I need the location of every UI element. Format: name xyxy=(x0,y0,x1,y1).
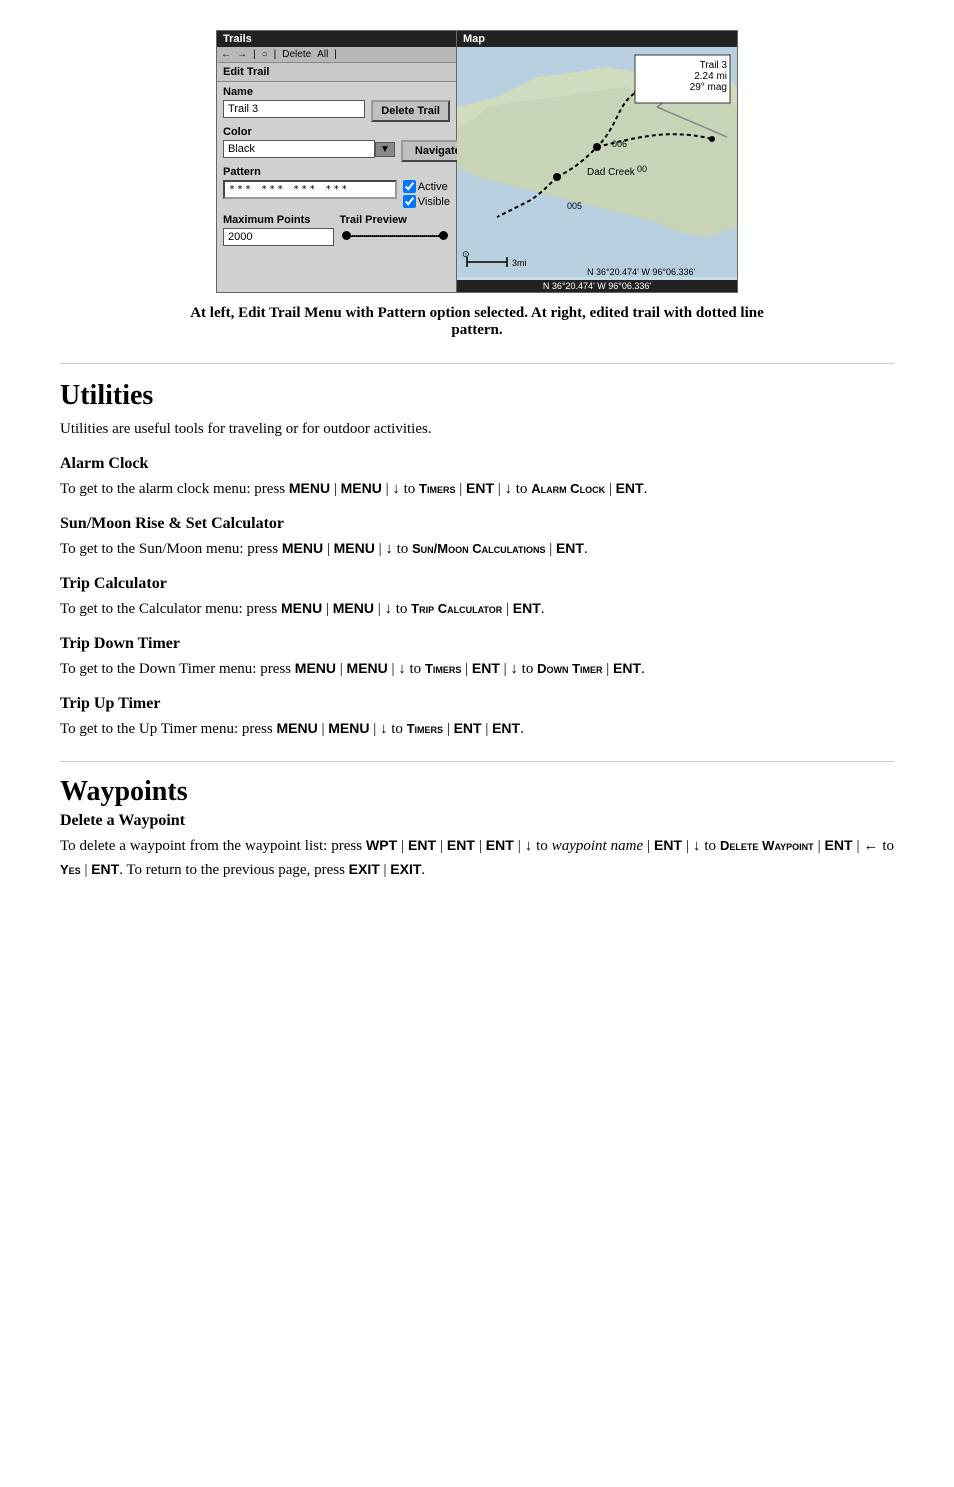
toolbar-row: ← → | ○ | Delete All | xyxy=(217,47,456,63)
ent-key-6: ENT xyxy=(613,660,641,676)
ent-key-10: ENT xyxy=(447,837,475,853)
trails-title-bar: Trails xyxy=(217,31,456,47)
waypoints-section-title: Waypoints xyxy=(60,776,894,808)
name-input[interactable] xyxy=(223,100,365,118)
alarm-clock-title: Alarm Clock xyxy=(60,455,894,473)
sunmoon-title: Sun/Moon Rise & Set Calculator xyxy=(60,515,894,533)
down-timer-key: Down Timer xyxy=(537,661,602,676)
svg-text:Dad Creek: Dad Creek xyxy=(587,167,636,178)
section-divider xyxy=(60,363,894,364)
ent-key-3: ENT xyxy=(556,540,584,556)
edit-trail-title: Edit Trail xyxy=(217,63,456,82)
utilities-section-title: Utilities xyxy=(60,380,894,412)
svg-text:Trail 3: Trail 3 xyxy=(700,60,728,71)
menu-key-9: MENU xyxy=(276,720,317,736)
trip-down-title: Trip Down Timer xyxy=(60,635,894,653)
svg-text:29° mag: 29° mag xyxy=(690,82,727,93)
visible-checkbox-label[interactable]: Visible xyxy=(403,195,450,208)
menu-key-3: MENU xyxy=(282,540,323,556)
alarm-clock-text: To get to the alarm clock menu: press ME… xyxy=(60,477,894,501)
menu-key-5: MENU xyxy=(281,600,322,616)
timers-key: Timers xyxy=(419,481,455,496)
delete-wpt-key: Delete Waypoint xyxy=(720,838,814,853)
yes-key: Yes xyxy=(60,862,81,877)
toolbar-forward[interactable]: → xyxy=(237,49,247,60)
timers-key-2: Timers xyxy=(425,661,461,676)
delete-waypoint-text: To delete a waypoint from the waypoint l… xyxy=(60,834,894,882)
exit-key-2: EXIT xyxy=(390,861,421,877)
menu-key-2: MENU xyxy=(341,480,382,496)
map-content: Dad Creek 006 005 00 3mi xyxy=(457,47,737,280)
trail-preview-slider[interactable] xyxy=(340,230,451,242)
map-title-bar: Map xyxy=(457,31,737,47)
active-checkbox[interactable] xyxy=(403,180,416,193)
utilities-intro: Utilities are useful tools for traveling… xyxy=(60,418,894,441)
waypoints-divider xyxy=(60,761,894,762)
delete-trail-button[interactable]: Delete Trail xyxy=(371,100,450,122)
color-input[interactable] xyxy=(223,140,375,158)
ent-key-1: ENT xyxy=(466,480,494,496)
toolbar-all[interactable]: All xyxy=(317,49,328,60)
map-panel: Map xyxy=(457,31,737,292)
toolbar-delete[interactable]: Delete xyxy=(282,49,311,60)
slider-left-dot[interactable] xyxy=(342,231,351,240)
ent-key-14: ENT xyxy=(91,861,119,877)
menu-key-8: MENU xyxy=(347,660,388,676)
map-svg: Dad Creek 006 005 00 3mi xyxy=(457,47,737,277)
color-label: Color xyxy=(223,126,395,138)
wpt-key: WPT xyxy=(366,837,397,853)
pattern-label: Pattern xyxy=(223,166,397,178)
menu-key-10: MENU xyxy=(328,720,369,736)
max-points-label: Maximum Points xyxy=(223,214,334,226)
menu-key-6: MENU xyxy=(333,600,374,616)
menu-key-4: MENU xyxy=(334,540,375,556)
trip-calc-key: Trip Calculator xyxy=(411,601,502,616)
trip-down-text: To get to the Down Timer menu: press MEN… xyxy=(60,657,894,681)
ent-key-4: ENT xyxy=(513,600,541,616)
toolbar-back[interactable]: ← xyxy=(221,49,231,60)
ent-key-11: ENT xyxy=(486,837,514,853)
delete-waypoint-title: Delete a Waypoint xyxy=(60,812,894,830)
ent-key-5: ENT xyxy=(472,660,500,676)
ent-key-12: ENT xyxy=(654,837,682,853)
slider-right-dot[interactable] xyxy=(439,231,448,240)
sunmoon-text: To get to the Sun/Moon menu: press MENU … xyxy=(60,537,894,561)
ent-key-8: ENT xyxy=(492,720,520,736)
trip-calc-text: To get to the Calculator menu: press MEN… xyxy=(60,597,894,621)
svg-text:N 36°20.474' W 96°06.336': N 36°20.474' W 96°06.336' xyxy=(587,267,695,277)
svg-text:2.24 mi: 2.24 mi xyxy=(694,71,727,82)
alarm-clock-key: Alarm Clock xyxy=(531,481,605,496)
svg-text:00: 00 xyxy=(637,164,647,174)
ent-key-9: ENT xyxy=(408,837,436,853)
dropdown-arrow-icon[interactable]: ▼ xyxy=(375,142,395,157)
svg-text:006: 006 xyxy=(612,139,627,149)
trail-preview-label: Trail Preview xyxy=(340,214,451,226)
max-points-input[interactable] xyxy=(223,228,334,246)
visible-checkbox[interactable] xyxy=(403,195,416,208)
svg-text:⊙: ⊙ xyxy=(462,249,470,259)
active-checkbox-label[interactable]: Active xyxy=(403,180,450,193)
pattern-input[interactable] xyxy=(223,180,397,199)
ent-key-13: ENT xyxy=(825,837,853,853)
sunmoon-key: Sun/Moon Calculations xyxy=(412,541,545,556)
screenshot-caption: At left, Edit Trail Menu with Pattern op… xyxy=(177,305,777,339)
menu-key-1: MENU xyxy=(289,480,330,496)
ent-key-2: ENT xyxy=(616,480,644,496)
svg-text:005: 005 xyxy=(567,201,582,211)
waypoint-name-italic: waypoint name xyxy=(552,838,643,854)
menu-key-7: MENU xyxy=(295,660,336,676)
exit-key-1: EXIT xyxy=(349,861,380,877)
map-bottom-bar: N 36°20.474' W 96°06.336' xyxy=(457,280,737,292)
trip-calc-title: Trip Calculator xyxy=(60,575,894,593)
name-label: Name xyxy=(223,86,365,98)
edit-trail-panel: Trails ← → | ○ | Delete All | Edit Trail xyxy=(217,31,457,292)
timers-key-3: Timers xyxy=(407,721,443,736)
trip-up-title: Trip Up Timer xyxy=(60,695,894,713)
trip-up-text: To get to the Up Timer menu: press MENU … xyxy=(60,717,894,741)
svg-text:3mi: 3mi xyxy=(512,258,527,268)
ent-key-7: ENT xyxy=(454,720,482,736)
